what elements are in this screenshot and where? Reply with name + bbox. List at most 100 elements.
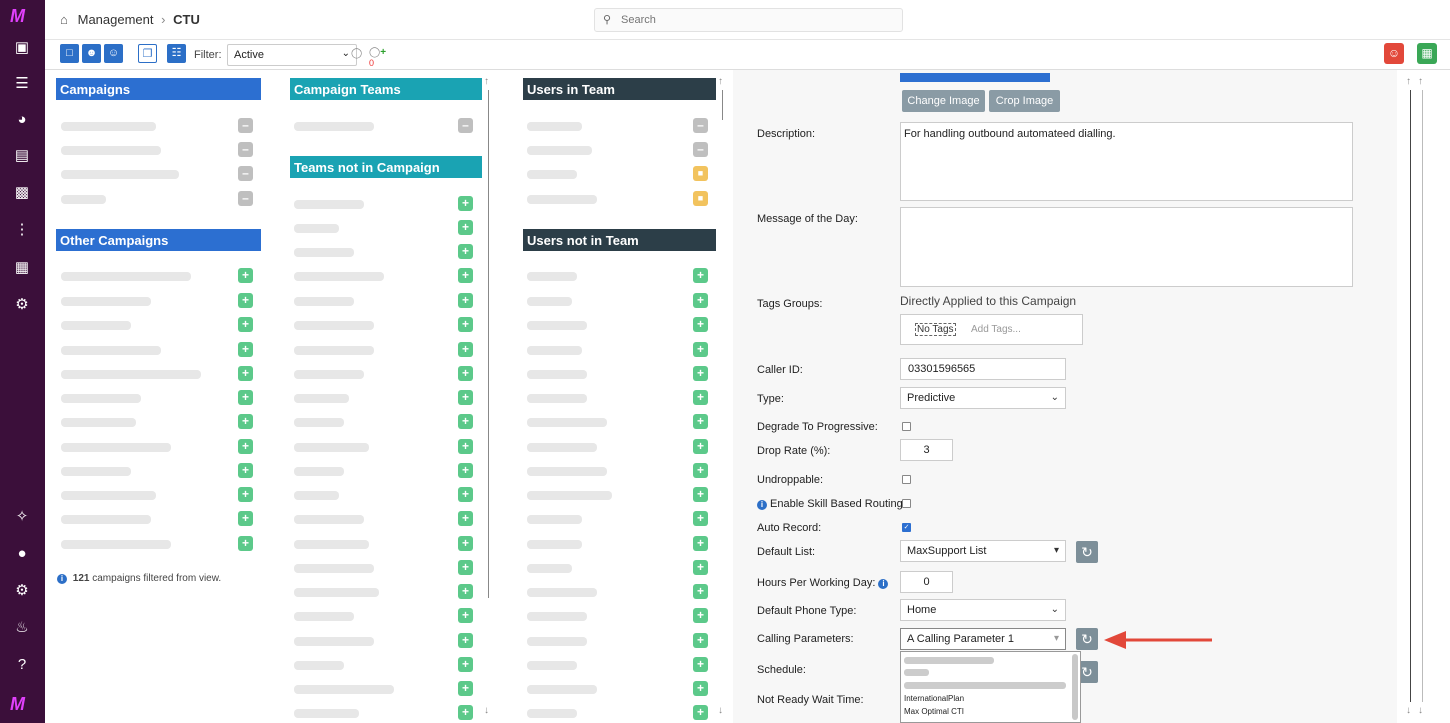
- sliders-icon[interactable]: ☰: [12, 74, 32, 94]
- list-item[interactable]: –: [523, 142, 718, 160]
- list-item[interactable]: +: [57, 268, 267, 286]
- list-item[interactable]: +: [290, 439, 485, 457]
- list-item[interactable]: ■: [523, 166, 718, 184]
- filter-select[interactable]: Active ⌄: [227, 44, 357, 66]
- gear-icon[interactable]: ⚙: [12, 581, 32, 601]
- default-list-select[interactable]: MaxSupport List ▾: [900, 540, 1066, 562]
- add-button[interactable]: +: [238, 317, 253, 332]
- scroll-down-arrow[interactable]: ↓: [718, 705, 723, 716]
- add-button[interactable]: +: [458, 390, 473, 405]
- drop-rate-field[interactable]: 3: [900, 439, 953, 461]
- add-button[interactable]: +: [458, 608, 473, 623]
- remove-button[interactable]: –: [238, 191, 253, 206]
- add-button[interactable]: +: [693, 463, 708, 478]
- phone-type-select[interactable]: Home ⌄: [900, 599, 1066, 621]
- list-item[interactable]: +: [290, 268, 485, 286]
- scroll-up-arrow[interactable]: ↑: [1418, 76, 1423, 87]
- calling-params-dropdown[interactable]: InternationalPlan Max Optimal CTI: [900, 651, 1081, 723]
- list-item[interactable]: +: [523, 487, 718, 505]
- add-button[interactable]: +: [458, 293, 473, 308]
- remove-button[interactable]: –: [238, 166, 253, 181]
- add-button[interactable]: +: [458, 463, 473, 478]
- tags-input[interactable]: No Tags Add Tags...: [900, 314, 1083, 345]
- list-item[interactable]: +: [57, 342, 267, 360]
- crop-image-button[interactable]: Crop Image: [989, 90, 1060, 112]
- scroll-up-arrow[interactable]: ↑: [718, 76, 723, 87]
- group-icon[interactable]: ☷: [167, 44, 186, 63]
- add-button[interactable]: +: [693, 439, 708, 454]
- add-button[interactable]: +: [693, 536, 708, 551]
- briefcase-icon[interactable]: ▣: [12, 38, 32, 58]
- info-icon[interactable]: i: [878, 579, 889, 589]
- list-item[interactable]: +: [523, 633, 718, 651]
- auto-record-checkbox[interactable]: ✓: [902, 523, 911, 532]
- scroll-down-arrow[interactable]: ↓: [1406, 705, 1411, 716]
- copy-icon[interactable]: ❐: [138, 44, 157, 63]
- teams-scrollbar[interactable]: [488, 90, 489, 598]
- undroppable-checkbox[interactable]: [902, 475, 911, 484]
- database-icon[interactable]: ▤: [12, 146, 32, 166]
- new-campaign-icon[interactable]: □: [60, 44, 79, 63]
- add-button[interactable]: +: [693, 657, 708, 672]
- list-item[interactable]: –: [57, 191, 267, 209]
- users-scrollbar[interactable]: [722, 90, 723, 120]
- add-button[interactable]: +: [693, 705, 708, 720]
- scroll-up-arrow[interactable]: ↑: [484, 76, 489, 87]
- add-button[interactable]: +: [693, 584, 708, 599]
- motd-field[interactable]: [900, 207, 1353, 287]
- gauge-icon[interactable]: ◕: [12, 110, 32, 130]
- add-button[interactable]: +: [458, 439, 473, 454]
- list-item[interactable]: +: [523, 293, 718, 311]
- add-button[interactable]: +: [238, 293, 253, 308]
- list-item[interactable]: +: [57, 463, 267, 481]
- add-team-icon[interactable]: ☻: [82, 44, 101, 63]
- list-item[interactable]: +: [523, 511, 718, 529]
- add-button[interactable]: +: [693, 268, 708, 283]
- list-item[interactable]: +: [290, 366, 485, 384]
- lock-icon[interactable]: ■: [693, 166, 708, 181]
- search-input[interactable]: [621, 12, 891, 28]
- list-item[interactable]: +: [57, 366, 267, 384]
- remove-user-icon[interactable]: ☺: [1384, 43, 1404, 64]
- add-button[interactable]: +: [693, 317, 708, 332]
- add-button[interactable]: +: [458, 584, 473, 599]
- remove-button[interactable]: –: [458, 118, 473, 133]
- add-button[interactable]: +: [238, 342, 253, 357]
- home-icon[interactable]: ⌂: [60, 12, 74, 27]
- dropdown-option[interactable]: InternationalPlan: [904, 694, 964, 703]
- breadcrumb-root[interactable]: Management: [78, 12, 154, 27]
- help-icon[interactable]: ?: [12, 655, 32, 675]
- dropdown-option[interactable]: [904, 669, 929, 676]
- list-item[interactable]: +: [290, 196, 485, 214]
- add-button[interactable]: +: [458, 366, 473, 381]
- report-icon[interactable]: ▦: [12, 258, 32, 278]
- list-item[interactable]: –: [57, 142, 267, 160]
- add-button[interactable]: +: [238, 268, 253, 283]
- list-item[interactable]: +: [523, 439, 718, 457]
- list-item[interactable]: –: [57, 118, 267, 136]
- list-item[interactable]: +: [57, 293, 267, 311]
- refresh-params-button[interactable]: ↻: [1076, 628, 1098, 650]
- add-button[interactable]: +: [693, 342, 708, 357]
- list-item[interactable]: +: [290, 342, 485, 360]
- caller-id-field[interactable]: 03301596565: [900, 358, 1066, 380]
- hours-field[interactable]: 0: [900, 571, 953, 593]
- add-button[interactable]: +: [693, 293, 708, 308]
- list-item[interactable]: +: [523, 681, 718, 699]
- list-item[interactable]: +: [290, 414, 485, 432]
- add-button[interactable]: +: [693, 608, 708, 623]
- list-item[interactable]: +: [523, 463, 718, 481]
- remove-button[interactable]: –: [693, 142, 708, 157]
- remove-button[interactable]: –: [693, 118, 708, 133]
- cogs-icon[interactable]: ⚙: [12, 295, 32, 315]
- add-button[interactable]: +: [458, 705, 473, 720]
- list-item[interactable]: +: [523, 366, 718, 384]
- list-item[interactable]: –: [523, 118, 718, 136]
- add-button[interactable]: +: [238, 439, 253, 454]
- dropdown-option[interactable]: Max Optimal CTI: [904, 707, 964, 716]
- skill-routing-checkbox[interactable]: [902, 499, 911, 508]
- list-item[interactable]: –: [290, 118, 485, 136]
- list-item[interactable]: +: [290, 681, 485, 699]
- list-item[interactable]: +: [523, 414, 718, 432]
- dropdown-scrollbar[interactable]: [1072, 654, 1078, 720]
